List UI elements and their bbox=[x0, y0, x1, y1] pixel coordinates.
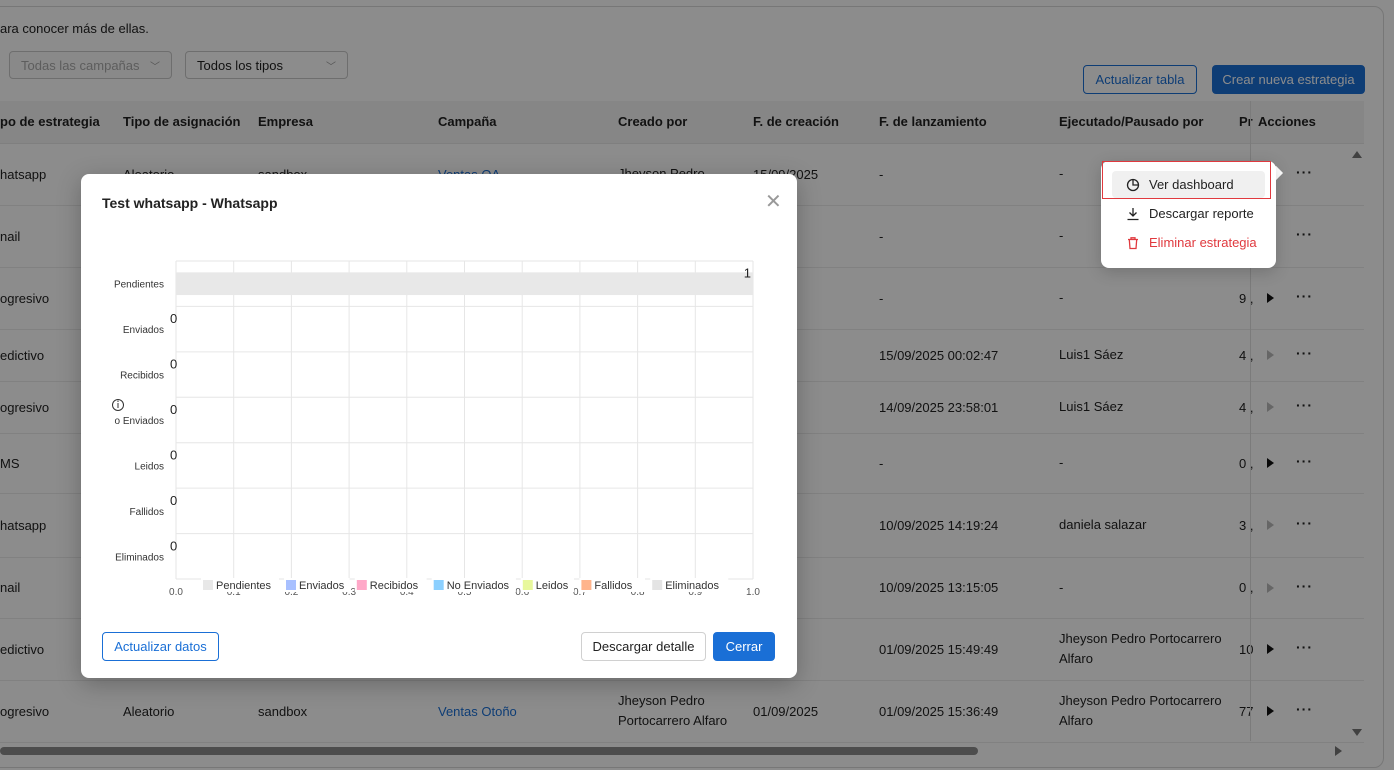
legend-swatch bbox=[581, 580, 592, 590]
value-label: 0 bbox=[170, 402, 177, 417]
refresh-data-button[interactable]: Actualizar datos bbox=[102, 632, 219, 661]
category-label: Leidos bbox=[135, 461, 164, 472]
legend-swatch bbox=[356, 580, 367, 590]
legend-item[interactable]: Fallidos bbox=[579, 578, 645, 592]
legend-label: Fallidos bbox=[594, 580, 632, 592]
status-bar-chart: Pendientes 1 Enviados 0 Recibidos 0 o Enviados… bbox=[112, 260, 760, 598]
legend-item[interactable]: No Enviados bbox=[431, 578, 516, 592]
legend-item[interactable]: Recibidos bbox=[354, 578, 427, 592]
legend-item[interactable]: Eliminados bbox=[650, 578, 729, 592]
legend-item[interactable]: Pendientes bbox=[201, 578, 279, 592]
strategies-page: ara conocer más de ellas. Todas las camp… bbox=[0, 0, 1394, 770]
legend-label: Enviados bbox=[299, 580, 345, 592]
legend-swatch bbox=[203, 580, 213, 590]
category-label: Recibidos bbox=[120, 371, 164, 382]
trash-icon bbox=[1126, 236, 1140, 250]
download-icon bbox=[1126, 207, 1140, 221]
x-tick-label: 0.0 bbox=[169, 587, 183, 598]
legend-label: Eliminados bbox=[665, 580, 719, 592]
value-label: 0 bbox=[170, 493, 177, 508]
category-label: Eliminados bbox=[115, 552, 164, 563]
close-button[interactable]: Cerrar bbox=[713, 632, 775, 661]
legend-swatch bbox=[286, 580, 296, 590]
menu-item-download-report[interactable]: Descargar reporte bbox=[1112, 200, 1265, 227]
value-label: 1 bbox=[744, 266, 751, 281]
legend-swatch bbox=[433, 580, 444, 590]
menu-item-label: Descargar reporte bbox=[1149, 206, 1254, 221]
legend-swatch bbox=[652, 580, 663, 590]
menu-item-label: Eliminar estrategia bbox=[1149, 235, 1257, 250]
bar-pendientes[interactable] bbox=[176, 272, 753, 296]
value-label: 0 bbox=[170, 357, 177, 372]
value-label: 0 bbox=[170, 538, 177, 553]
download-detail-button[interactable]: Descargar detalle bbox=[581, 632, 706, 661]
highlight-box bbox=[1102, 161, 1271, 199]
legend-label: Leidos bbox=[536, 580, 569, 592]
category-label: Fallidos bbox=[130, 507, 164, 518]
legend-label: Pendientes bbox=[216, 580, 272, 592]
legend-item[interactable]: Leidos bbox=[520, 578, 574, 592]
legend-item[interactable]: Enviados bbox=[284, 578, 350, 592]
menu-item-delete-strategy[interactable]: Eliminar estrategia bbox=[1112, 229, 1265, 256]
value-label: 0 bbox=[170, 311, 177, 326]
legend-label: No Enviados bbox=[447, 580, 510, 592]
close-icon[interactable]: ✕ bbox=[765, 189, 782, 214]
value-label: 0 bbox=[170, 447, 177, 462]
category-label: Pendientes bbox=[114, 280, 164, 291]
dashboard-modal: Test whatsapp - Whatsapp ✕ Pendientes 1 En… bbox=[81, 174, 797, 678]
legend-swatch bbox=[522, 580, 533, 590]
x-tick-label: 1.0 bbox=[746, 587, 760, 598]
category-label: o Enviados bbox=[115, 416, 164, 427]
info-icon[interactable] bbox=[112, 399, 124, 411]
category-label: Enviados bbox=[123, 325, 164, 336]
modal-title: Test whatsapp - Whatsapp bbox=[102, 195, 278, 211]
legend-label: Recibidos bbox=[370, 580, 419, 592]
